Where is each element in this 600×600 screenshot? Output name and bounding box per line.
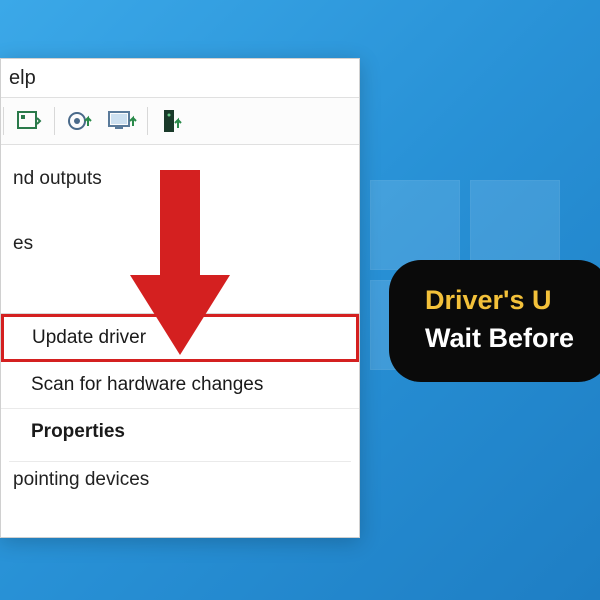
context-scan-hardware[interactable]: Scan for hardware changes (1, 362, 359, 409)
caption-line-1: Driver's U (425, 282, 574, 320)
menu-help[interactable]: elp (9, 67, 36, 90)
context-menu: Update driver Scan for hardware changes … (1, 313, 359, 455)
toolbar (1, 97, 359, 145)
device-tree: nd outputs es (1, 145, 359, 269)
toolbar-device-icon[interactable] (156, 104, 190, 138)
context-properties[interactable]: Properties (1, 409, 359, 455)
toolbar-update-driver-icon[interactable] (63, 104, 97, 138)
tree-item-outputs[interactable]: nd outputs (9, 161, 351, 196)
toolbar-separator (54, 107, 55, 135)
device-tree-lower: pointing devices (1, 455, 359, 505)
toolbar-uninstall-device-icon[interactable] (105, 104, 139, 138)
menubar: elp (1, 59, 359, 97)
caption-line-2: Wait Before (425, 320, 574, 358)
tree-item-es[interactable]: es (9, 226, 351, 261)
tree-item-pointing-devices[interactable]: pointing devices (9, 461, 351, 497)
caption-badge: Driver's U Wait Before (389, 260, 600, 382)
context-update-driver[interactable]: Update driver (1, 314, 359, 362)
toolbar-separator (3, 107, 4, 135)
device-manager-window: elp (0, 58, 360, 538)
toolbar-separator (147, 107, 148, 135)
toolbar-scan-hardware-icon[interactable] (12, 104, 46, 138)
